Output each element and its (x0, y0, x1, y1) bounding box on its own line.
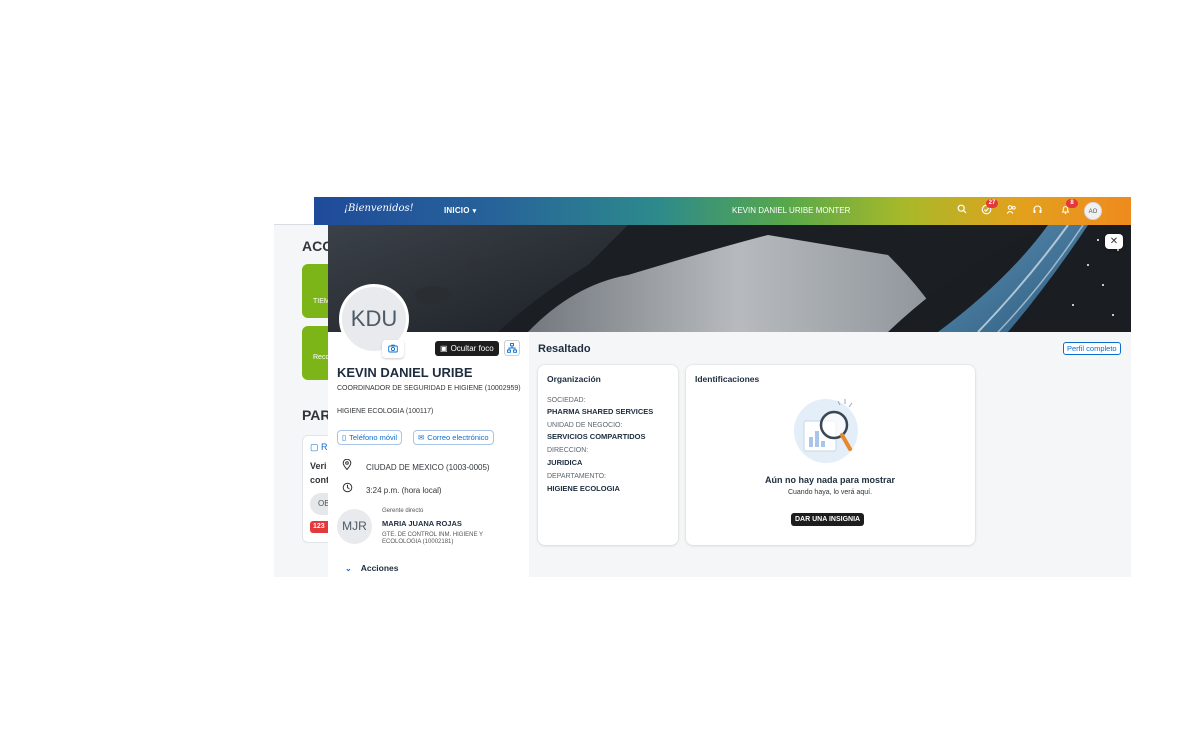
org-field-value: PHARMA SHARED SERVICES (547, 407, 654, 416)
mobile-phone-label: Teléfono móvil (349, 433, 398, 442)
nav-inicio-label: INICIO (444, 206, 470, 215)
image-icon: ▣ (440, 344, 448, 353)
manager-name[interactable]: MARIA JUANA ROJAS (382, 519, 462, 528)
close-icon[interactable]: ✕ (1105, 234, 1123, 249)
header-user-name: KEVIN DANIEL URIBE MONTER (732, 206, 851, 215)
empty-state-title: Aún no hay nada para mostrar (764, 475, 896, 485)
welcome-logo[interactable]: ¡Bienvenidos! (344, 203, 414, 214)
org-field-value: SERVICIOS COMPARTIDOS (547, 432, 646, 441)
organization-card: Organización SOCIEDAD: PHARMA SHARED SER… (538, 365, 678, 545)
nav-inicio-menu[interactable]: INICIO ▾ (444, 206, 476, 215)
org-field-label: DEPARTAMENTO: (547, 473, 606, 480)
people-icon[interactable] (1004, 204, 1018, 218)
actions-expander[interactable]: ⌄ Acciones (345, 563, 399, 573)
org-field-label: UNIDAD DE NEGOCIO: (547, 422, 623, 429)
org-chart-icon[interactable] (504, 340, 520, 356)
actions-label: Acciones (360, 563, 399, 573)
highlights-title: Resaltado (538, 343, 591, 355)
mobile-phone-button[interactable]: ▯ Teléfono móvil (337, 430, 403, 445)
badges-card: Identificaciones Aún no hay nada para mo… (686, 365, 975, 545)
local-time-row: 3:24 p.m. (hora local) (342, 482, 442, 496)
phone-icon: ▯ (342, 433, 347, 442)
clock-icon (342, 482, 356, 496)
org-field-label: SOCIEDAD: (547, 397, 586, 404)
email-label: Correo electrónico (427, 433, 489, 442)
org-field-label: DIRECCION: (547, 447, 589, 454)
tasks-count-badge: 27 (986, 199, 998, 208)
full-profile-button[interactable]: Perfil completo (1063, 342, 1121, 355)
local-time-text: 3:24 p.m. (hora local) (366, 486, 442, 495)
empty-state-illustration (790, 393, 870, 470)
email-button[interactable]: ✉ Correo electrónico (413, 430, 494, 445)
org-field-value: JURIDICA (547, 458, 583, 467)
profile-job-title: COORDINADOR DE SEGURIDAD E HIGIENE (1000… (337, 385, 521, 392)
manager-avatar[interactable]: MJR (337, 509, 372, 544)
profile-cover-image (328, 225, 1131, 332)
manager-title: GTE. DE CONTROL INM. HIGIENE Y ECOLOLOGI… (382, 532, 483, 545)
headset-icon[interactable] (1030, 204, 1044, 218)
background-section-title-2: PAR (302, 407, 331, 423)
search-icon[interactable] (955, 204, 969, 218)
location-pin-icon (342, 458, 356, 473)
notifications-count-badge: 8 (1066, 199, 1078, 208)
organization-card-title: Organización (547, 374, 601, 384)
org-field-value: HIGIENE ECOLOGIA (547, 484, 620, 493)
user-avatar[interactable]: AO (1084, 202, 1102, 220)
mail-icon: ✉ (418, 433, 425, 442)
screen: ACC TIEM Recon PAR ▢ R Veri cont OB 123 … (274, 197, 1131, 577)
chevron-down-icon: ⌄ (345, 564, 352, 573)
profile-department: HIGIENE ECOLOGIA (100117) (337, 408, 434, 415)
manager-label: Gerente directo (382, 508, 424, 514)
location-text: CIUDAD DE MEXICO (1003-0005) (366, 463, 490, 472)
give-badge-button[interactable]: DAR UNA INSIGNIA (791, 513, 865, 526)
top-navigation-bar: ¡Bienvenidos! INICIO ▾ KEVIN DANIEL URIBE… (314, 197, 1131, 225)
camera-icon[interactable] (382, 340, 404, 358)
badges-card-title: Identificaciones (695, 374, 760, 384)
chevron-down-icon: ▾ (472, 208, 477, 215)
hide-focus-button[interactable]: ▣ Ocultar foco (435, 341, 499, 356)
location-row: CIUDAD DE MEXICO (1003-0005) (342, 458, 490, 473)
profile-name: KEVIN DANIEL URIBE (337, 365, 473, 380)
hide-focus-label: Ocultar foco (450, 344, 494, 353)
empty-state-subtitle: Cuando haya, lo verá aquí. (787, 489, 873, 496)
